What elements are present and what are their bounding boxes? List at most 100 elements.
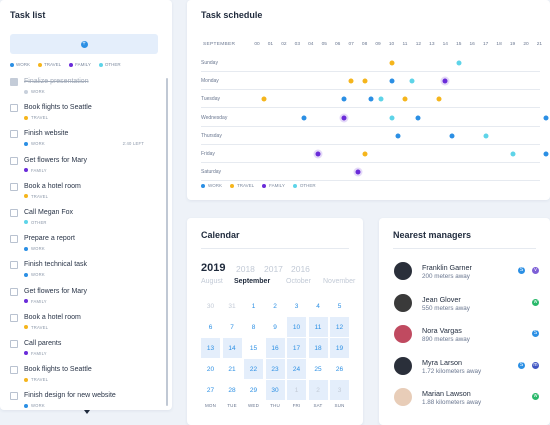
- calendar-day[interactable]: 1: [244, 296, 263, 316]
- viber-icon[interactable]: v: [532, 267, 539, 274]
- task-checkbox[interactable]: [10, 366, 18, 375]
- task-checkbox[interactable]: [10, 156, 18, 165]
- event-dot[interactable]: [389, 60, 394, 66]
- task-item[interactable]: Prepare a report WORK: [10, 234, 162, 260]
- calendar-day[interactable]: 4: [309, 296, 328, 316]
- event-dot[interactable]: [436, 96, 442, 102]
- chevron-down-icon[interactable]: [84, 410, 90, 414]
- task-item[interactable]: Get flowers for Mary FAMILY: [10, 156, 162, 182]
- event-dot[interactable]: [395, 133, 401, 139]
- calendar-day[interactable]: 22: [244, 359, 263, 379]
- task-checkbox[interactable]: [10, 313, 18, 322]
- task-checkbox[interactable]: [10, 235, 18, 244]
- event-dot[interactable]: [415, 115, 421, 121]
- event-dot[interactable]: [355, 169, 361, 175]
- calendar-day[interactable]: 2: [266, 296, 285, 316]
- event-dot[interactable]: [449, 133, 455, 139]
- calendar-day[interactable]: 19: [330, 338, 349, 358]
- calendar-day[interactable]: 30: [201, 296, 220, 316]
- task-checkbox[interactable]: [10, 287, 18, 296]
- calendar-day[interactable]: 8: [244, 317, 263, 337]
- calendar-day[interactable]: 15: [244, 338, 263, 358]
- event-dot[interactable]: [348, 78, 354, 84]
- task-item[interactable]: Finalize presentation WORK: [10, 77, 162, 103]
- calendar-day[interactable]: 21: [223, 359, 242, 379]
- calendar-day[interactable]: 30: [265, 380, 285, 400]
- event-dot[interactable]: [362, 78, 368, 84]
- event-dot[interactable]: [510, 151, 516, 157]
- event-dot[interactable]: [368, 96, 374, 102]
- task-item[interactable]: Book a hotel room TRAVEL: [10, 182, 162, 208]
- calendar-day[interactable]: 5: [330, 296, 349, 316]
- task-checkbox[interactable]: [10, 182, 18, 191]
- calendar-day[interactable]: 1: [287, 380, 306, 400]
- calendar-day[interactable]: 11: [308, 317, 328, 337]
- event-dot[interactable]: [315, 151, 321, 157]
- calendar-day[interactable]: 14: [222, 338, 242, 358]
- calendar-day[interactable]: 2: [308, 380, 328, 400]
- task-item[interactable]: Book a hotel room TRAVEL: [10, 313, 162, 339]
- calendar-day[interactable]: 3: [287, 296, 306, 316]
- task-item[interactable]: Finish design for new website WORK: [10, 391, 162, 410]
- manager-item[interactable]: Myra Larson 1.72 kilometers away Sm: [394, 356, 546, 381]
- event-dot[interactable]: [341, 96, 347, 102]
- skype-icon[interactable]: S: [518, 267, 525, 274]
- skype-icon[interactable]: S: [532, 330, 539, 337]
- calendar-day[interactable]: 20: [201, 359, 220, 379]
- calendar-day[interactable]: 18: [308, 338, 328, 358]
- whatsapp-icon[interactable]: w: [532, 298, 539, 306]
- task-checkbox[interactable]: [10, 104, 18, 113]
- event-dot[interactable]: [261, 96, 267, 102]
- task-item[interactable]: Call Megan Fox OTHER: [10, 208, 162, 234]
- calendar-day[interactable]: 6: [201, 317, 220, 337]
- chat-icon[interactable]: m: [532, 361, 539, 369]
- event-dot[interactable]: [389, 115, 394, 121]
- event-dot[interactable]: [378, 96, 384, 102]
- event-dot[interactable]: [442, 78, 448, 84]
- manager-item[interactable]: Nora Vargas 890 meters away S: [394, 325, 546, 349]
- year-option[interactable]: 2016: [291, 264, 310, 274]
- calendar-day[interactable]: 9: [266, 317, 285, 337]
- calendar-day[interactable]: 7: [223, 317, 242, 337]
- year-option[interactable]: 2018: [236, 264, 255, 274]
- task-checkbox[interactable]: [10, 78, 18, 86]
- event-dot[interactable]: [543, 151, 549, 157]
- event-dot[interactable]: [341, 115, 347, 121]
- manager-item[interactable]: Franklin Garner 200 meters away Sv: [394, 262, 546, 286]
- year-option[interactable]: 2019: [201, 262, 225, 274]
- calendar-day[interactable]: 3: [330, 380, 349, 400]
- calendar-day[interactable]: 23: [265, 359, 285, 379]
- task-item[interactable]: Get flowers for Mary FAMILY: [10, 287, 162, 313]
- task-checkbox[interactable]: [10, 339, 18, 348]
- calendar-day[interactable]: 28: [223, 380, 242, 400]
- task-checkbox[interactable]: [10, 208, 18, 217]
- calendar-day[interactable]: 24: [287, 359, 306, 379]
- calendar-day[interactable]: 13: [201, 338, 220, 358]
- task-item[interactable]: Finish technical task WORK: [10, 260, 162, 286]
- task-checkbox[interactable]: [10, 130, 18, 139]
- year-option[interactable]: 2017: [264, 264, 283, 274]
- calendar-day[interactable]: 16: [265, 338, 285, 358]
- event-dot[interactable]: [409, 78, 415, 84]
- task-item[interactable]: Call parents FAMILY: [10, 339, 162, 365]
- month-option[interactable]: October: [286, 278, 311, 285]
- event-dot[interactable]: [362, 151, 368, 157]
- calendar-day[interactable]: 17: [287, 338, 306, 358]
- calendar-day[interactable]: 12: [330, 317, 349, 337]
- month-option[interactable]: August: [201, 278, 223, 285]
- month-option[interactable]: November: [323, 278, 355, 285]
- event-dot[interactable]: [402, 96, 408, 102]
- event-dot[interactable]: [456, 60, 462, 66]
- event-dot[interactable]: [301, 115, 307, 121]
- calendar-day[interactable]: 31: [223, 296, 242, 316]
- event-dot[interactable]: [543, 115, 549, 121]
- calendar-day[interactable]: 27: [201, 380, 220, 400]
- whatsapp-icon[interactable]: w: [532, 393, 539, 400]
- manager-item[interactable]: Jean Glover 550 meters away w: [394, 293, 546, 318]
- task-item[interactable]: Finish website WORK 2:40 LEFT: [10, 129, 162, 155]
- calendar-day[interactable]: 26: [330, 359, 349, 379]
- task-item[interactable]: Book flights to Seattle TRAVEL: [10, 103, 162, 129]
- task-list-scrollbar[interactable]: [166, 78, 168, 406]
- manager-item[interactable]: Marian Lawson 1.88 kilometers away w: [394, 388, 546, 412]
- skype-icon[interactable]: S: [518, 361, 525, 369]
